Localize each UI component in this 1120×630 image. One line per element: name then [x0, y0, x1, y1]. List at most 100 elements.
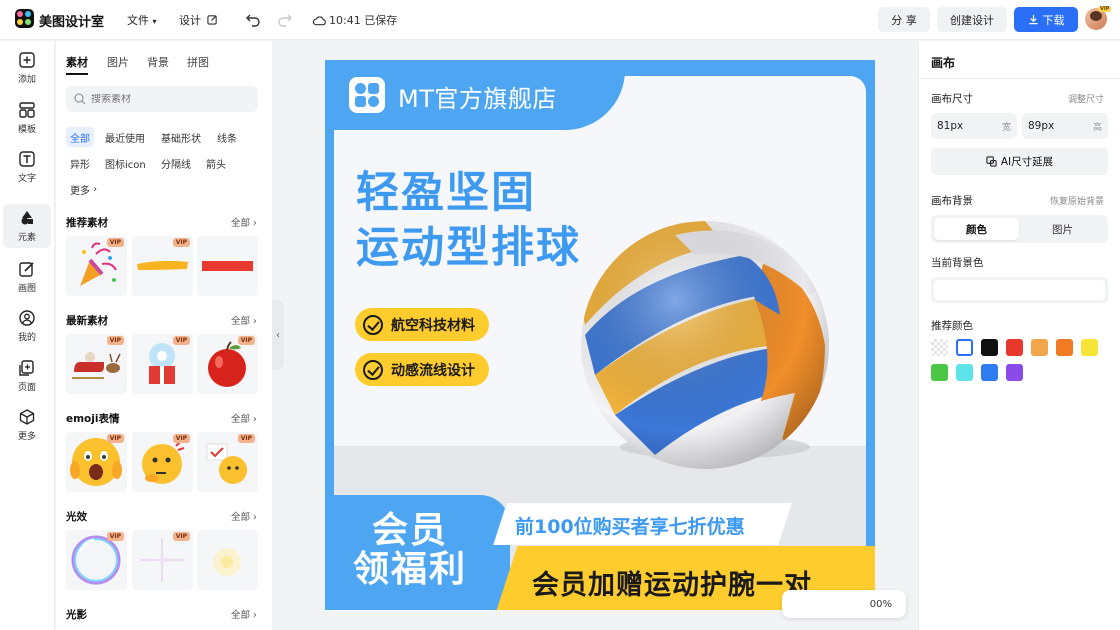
tab-image[interactable]: 图片 — [1020, 218, 1105, 240]
chip-recent[interactable]: 最近使用 — [101, 127, 149, 147]
swatch-red[interactable] — [1006, 339, 1023, 356]
search-input[interactable] — [91, 93, 241, 105]
volleyball-image — [581, 221, 829, 469]
undo-icon[interactable] — [244, 10, 262, 28]
rail-label: 画图 — [17, 284, 36, 294]
section-all-link[interactable]: 全部 › — [231, 607, 257, 621]
swatch-blue[interactable] — [981, 364, 998, 381]
headline-line-1: 轻盈坚固 — [356, 168, 536, 218]
store-banner: MT官方旗舰店 — [325, 60, 625, 130]
section-title: emoji表情 — [66, 413, 120, 425]
tab-materials[interactable]: 素材 — [66, 54, 88, 75]
rail-item-template[interactable]: 模板 — [3, 96, 51, 140]
swatch-orange[interactable] — [1056, 339, 1073, 356]
asset-panel: 素材 图片 背景 拼图 全部 最近使用 基础形状 线条 异形 图标icon 分隔… — [56, 41, 272, 630]
asset-yellow-stroke[interactable]: VIP — [132, 236, 193, 296]
file-menu[interactable]: 文件 ▾ — [127, 12, 157, 28]
share-button[interactable]: 分 享 — [878, 7, 930, 32]
chip-dividers[interactable]: 分隔线 — [157, 153, 195, 173]
asset-sign-emoji[interactable]: VIP — [197, 432, 258, 492]
chip-lines[interactable]: 线条 — [213, 127, 241, 147]
search-box[interactable] — [66, 86, 258, 112]
adjust-size-link[interactable]: 调整尺寸 — [1068, 92, 1104, 105]
canvas-bg-label: 画布背景 — [931, 195, 973, 207]
panel-collapse-handle[interactable]: ‹ — [272, 300, 284, 370]
all-link-label: 全部 — [231, 414, 251, 425]
redo-icon[interactable] — [276, 10, 294, 28]
swatch-yellow[interactable] — [1081, 339, 1098, 356]
cloud-icon — [313, 15, 326, 25]
swatch-green[interactable] — [931, 364, 948, 381]
width-field[interactable]: 81px 宽 — [931, 113, 1017, 139]
width-unit: 宽 — [1001, 122, 1011, 133]
asset-apple[interactable]: VIP — [197, 334, 258, 394]
all-link-label: 全部 — [231, 610, 251, 621]
section-all-link[interactable]: 全部 › — [231, 215, 257, 229]
asset-party-popper[interactable]: VIP — [66, 236, 127, 296]
cube-icon — [19, 409, 35, 425]
section-title: 最新素材 — [66, 315, 108, 327]
canvas-poster[interactable]: MT官方旗舰店 轻盈坚固 运动型排球 航空科技材料 动感流线设计 会员 领福利 … — [325, 60, 875, 610]
download-button[interactable]: 下载 — [1014, 7, 1078, 32]
panel-title: 画布 — [931, 56, 956, 70]
recommended-colors-label: 推荐颜色 — [931, 320, 973, 332]
height-value: 89px — [1028, 120, 1055, 132]
rail-item-more[interactable]: 更多 — [3, 403, 51, 447]
vip-badge: VIP — [237, 336, 255, 345]
rail-item-text[interactable]: 文字 — [3, 145, 51, 189]
chip-irregular[interactable]: 异形 — [66, 153, 94, 173]
glow-icon — [213, 548, 241, 576]
rail-item-page[interactable]: 页面 — [3, 354, 51, 398]
current-color-picker[interactable] — [931, 277, 1108, 303]
chip-arrows[interactable]: 箭头 — [202, 153, 230, 173]
asset-snow-globe-gift[interactable]: VIP — [132, 334, 193, 394]
section-all-link[interactable]: 全部 › — [231, 411, 257, 425]
red-rectangle-shape — [202, 261, 253, 271]
headline-line-2: 运动型排球 — [356, 223, 581, 273]
rail-item-elements[interactable]: 元素 — [3, 204, 51, 248]
swatch-black[interactable] — [981, 339, 998, 356]
chip-all[interactable]: 全部 — [66, 127, 94, 147]
swatch-white[interactable] — [956, 339, 973, 356]
section-all-link[interactable]: 全部 › — [231, 509, 257, 523]
rail-item-mine[interactable]: 我的 — [3, 304, 51, 348]
bg-type-toggle: 颜色 图片 — [931, 215, 1108, 243]
height-unit: 高 — [1092, 122, 1102, 133]
rail-item-draw[interactable]: 画图 — [3, 255, 51, 299]
chip-icons[interactable]: 图标icon — [101, 153, 150, 173]
section-title: 光效 — [66, 511, 87, 523]
design-menu[interactable]: 设计 — [179, 12, 218, 28]
swatch-transparent[interactable] — [931, 339, 948, 356]
swatch-light-orange[interactable] — [1031, 339, 1048, 356]
zoom-control[interactable]: 00% — [782, 590, 906, 618]
asset-sleigh[interactable]: VIP — [66, 334, 127, 394]
chip-more-label: 更多 — [70, 185, 90, 197]
chip-more[interactable]: 更多 › — [66, 179, 101, 199]
asset-bubble[interactable]: VIP — [66, 530, 127, 590]
swatch-cyan[interactable] — [956, 364, 973, 381]
check-circle-icon — [363, 359, 383, 380]
tab-images[interactable]: 图片 — [107, 54, 129, 70]
top-bar: 美图设计室 文件 ▾ 设计 10:41 已保存 分 享 创建设计 下载 VIP — [0, 0, 1120, 40]
create-design-button[interactable]: 创建设计 — [937, 7, 1007, 32]
ai-resize-icon — [986, 156, 997, 167]
ai-resize-button[interactable]: AI尺寸延展 — [931, 148, 1108, 175]
chip-basic-shapes[interactable]: 基础形状 — [157, 127, 205, 147]
rail-item-add[interactable]: 添加 — [3, 46, 51, 90]
asset-red-bar[interactable] — [197, 236, 258, 296]
section-all-link[interactable]: 全部 › — [231, 313, 257, 327]
height-field[interactable]: 89px 高 — [1022, 113, 1108, 139]
rail-label: 文字 — [17, 174, 36, 184]
asset-thinking-emoji[interactable]: VIP — [132, 432, 193, 492]
ai-resize-label: AI尺寸延展 — [1000, 156, 1054, 168]
app-logo-icon[interactable] — [15, 9, 34, 28]
asset-glow[interactable] — [197, 530, 258, 590]
tab-backgrounds[interactable]: 背景 — [147, 54, 169, 70]
restore-bg-link[interactable]: 恢复原始背景 — [1050, 194, 1104, 207]
swatch-purple[interactable] — [1006, 364, 1023, 381]
tab-collage[interactable]: 拼图 — [187, 54, 209, 70]
asset-sparkle[interactable]: VIP — [132, 530, 193, 590]
vip-badge: VIP — [106, 532, 124, 541]
tab-color[interactable]: 颜色 — [934, 218, 1019, 240]
asset-scared-emoji[interactable]: VIP — [66, 432, 127, 492]
